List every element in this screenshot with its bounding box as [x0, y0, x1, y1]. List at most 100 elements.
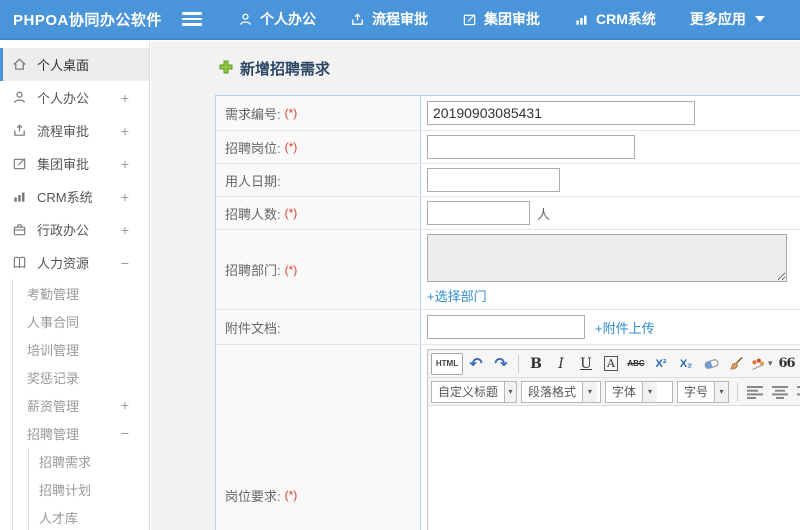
caret-down-icon — [754, 16, 765, 22]
required-mark: (*) — [284, 140, 298, 154]
required-mark: (*) — [284, 262, 298, 277]
person-icon — [12, 90, 27, 105]
upload-attachment-link[interactable]: +附件上传 — [595, 318, 655, 337]
headcount-input[interactable] — [427, 201, 530, 225]
form-row-demand-no: 需求编号: (*) — [216, 96, 800, 131]
hamburger-menu-icon[interactable] — [182, 12, 202, 26]
align-center-icon[interactable] — [768, 381, 792, 403]
editor-toolbar-row2: 自定义标题 ▾ 段落格式 ▾ 字体 ▾ 字号 ▾ — [428, 378, 800, 406]
expand-toggle[interactable]: + — [121, 90, 129, 106]
top-header: PHPOA协同办公软件 个人办公 流程审批 集团审批 CRM系统 更多应用 — [0, 0, 800, 40]
top-nav: 个人办公 流程审批 集团审批 CRM系统 更多应用 — [238, 9, 765, 29]
required-mark: (*) — [284, 488, 298, 502]
recruitment-submenu: 招聘需求 招聘计划 人才库 — [28, 447, 149, 530]
select-department-link[interactable]: +选择部门 — [427, 286, 487, 305]
form-row-hire-date: 用人日期: — [216, 164, 800, 197]
sidebar-item-training[interactable]: 培训管理 — [13, 335, 149, 363]
font-border-button[interactable]: A — [599, 353, 623, 375]
strikethrough-button[interactable]: ABC — [624, 353, 648, 375]
expand-toggle[interactable]: + — [121, 222, 129, 238]
hire-date-input[interactable] — [427, 168, 560, 192]
person-icon — [238, 12, 253, 27]
nav-workflow-approval[interactable]: 流程审批 — [350, 9, 428, 29]
sidebar-item-administration[interactable]: 行政办公 + — [0, 213, 149, 246]
sidebar-item-crm[interactable]: CRM系统 + — [0, 180, 149, 213]
sidebar-item-talent-pool[interactable]: 人才库 — [29, 503, 149, 530]
collapse-toggle[interactable]: − — [121, 255, 129, 271]
subscript-button[interactable]: X₂ — [674, 353, 698, 375]
form-row-job-requirements: 岗位要求: (*) HTML ↶ ↷ B I U A ABC X² X₂ ▾ 6… — [216, 345, 800, 530]
nav-more-apps[interactable]: 更多应用 — [690, 9, 765, 29]
expand-toggle[interactable]: + — [121, 189, 129, 205]
highlight-color-icon[interactable]: ▾ — [749, 353, 774, 375]
sidebar-item-recruit-plan[interactable]: 招聘计划 — [29, 475, 149, 503]
sidebar-item-hr[interactable]: 人力资源 − — [0, 246, 149, 279]
nav-group-approval[interactable]: 集团审批 — [462, 9, 540, 29]
underline-button[interactable]: U — [574, 353, 598, 375]
sidebar-item-reward-punishment[interactable]: 奖惩记录 — [13, 363, 149, 391]
caret-down-icon: ▾ — [642, 381, 658, 402]
sidebar-item-salary[interactable]: 薪资管理 + — [13, 391, 149, 419]
sidebar-item-workflow-approval[interactable]: 流程审批 + — [0, 114, 149, 147]
editor-toolbar-row1: HTML ↶ ↷ B I U A ABC X² X₂ ▾ 66 — [428, 350, 800, 378]
expand-toggle[interactable]: + — [121, 397, 129, 413]
bar-chart-icon — [574, 12, 589, 27]
edit-icon — [462, 12, 477, 27]
main-content: 新增招聘需求 需求编号: (*) 招聘岗位: (*) 用人日期: 招聘人 — [151, 42, 800, 530]
paragraph-format-select[interactable]: 段落格式 ▾ — [521, 380, 601, 403]
book-icon — [12, 255, 27, 270]
field-label: 用人日期: — [225, 173, 281, 189]
bar-chart-icon — [12, 189, 27, 204]
recruit-demand-form: 需求编号: (*) 招聘岗位: (*) 用人日期: 招聘人数: (*) — [215, 95, 800, 530]
sidebar-item-recruitment[interactable]: 招聘管理 − — [13, 419, 149, 447]
font-family-select[interactable]: 字体 ▾ — [605, 380, 673, 403]
caret-down-icon: ▾ — [714, 381, 728, 402]
attachment-input[interactable] — [427, 315, 585, 339]
italic-button[interactable]: I — [549, 353, 573, 375]
eraser-icon[interactable] — [699, 353, 723, 375]
field-label: 附件文档: — [225, 320, 281, 336]
form-row-position: 招聘岗位: (*) — [216, 131, 800, 164]
sidebar-item-group-approval[interactable]: 集团审批 + — [0, 147, 149, 180]
rich-text-editor: HTML ↶ ↷ B I U A ABC X² X₂ ▾ 66 自定义标题 ▾ … — [427, 349, 800, 530]
field-label: 招聘部门: — [225, 263, 281, 278]
field-label: 招聘人数: — [225, 206, 281, 222]
sidebar-item-recruit-demand[interactable]: 招聘需求 — [29, 447, 149, 475]
caret-down-icon: ▾ — [582, 381, 598, 402]
redo-button[interactable]: ↷ — [489, 353, 513, 375]
font-size-select[interactable]: 字号 ▾ — [677, 380, 729, 403]
html-source-button[interactable]: HTML — [431, 352, 463, 375]
undo-button[interactable]: ↶ — [464, 353, 488, 375]
superscript-button[interactable]: X² — [649, 353, 673, 375]
form-row-attachment: 附件文档: +附件上传 — [216, 310, 800, 345]
page-title-row: 新增招聘需求 — [219, 57, 800, 79]
format-brush-icon[interactable] — [724, 353, 748, 375]
form-row-department: 招聘部门: (*) +选择部门 — [216, 230, 800, 310]
nav-crm-system[interactable]: CRM系统 — [574, 9, 656, 29]
expand-toggle[interactable]: + — [121, 123, 129, 139]
bold-button[interactable]: B — [524, 353, 548, 375]
expand-toggle[interactable]: + — [121, 156, 129, 172]
app-logo: PHPOA协同办公软件 — [13, 11, 162, 29]
position-input[interactable] — [427, 135, 635, 159]
blockquote-button[interactable]: 66 — [775, 353, 799, 375]
demand-no-input[interactable] — [427, 101, 695, 125]
align-right-icon[interactable] — [793, 381, 800, 403]
sidebar-item-hr-contract[interactable]: 人事合同 — [13, 307, 149, 335]
flow-icon — [12, 123, 27, 138]
sidebar-item-personal-office[interactable]: 个人办公 + — [0, 81, 149, 114]
editor-content-area[interactable] — [428, 406, 800, 530]
sidebar-item-personal-desktop[interactable]: 个人桌面 — [0, 48, 149, 81]
custom-heading-select[interactable]: 自定义标题 ▾ — [431, 380, 517, 403]
collapse-toggle[interactable]: − — [121, 425, 129, 441]
briefcase-icon — [12, 222, 27, 237]
required-mark: (*) — [284, 106, 298, 120]
nav-personal-office[interactable]: 个人办公 — [238, 9, 316, 29]
department-textarea[interactable] — [427, 234, 787, 282]
align-left-icon[interactable] — [743, 381, 767, 403]
home-icon — [12, 57, 27, 72]
flow-icon — [350, 12, 365, 27]
edit-icon — [12, 156, 27, 171]
headcount-unit: 人 — [537, 206, 551, 222]
sidebar-item-attendance[interactable]: 考勤管理 — [13, 279, 149, 307]
